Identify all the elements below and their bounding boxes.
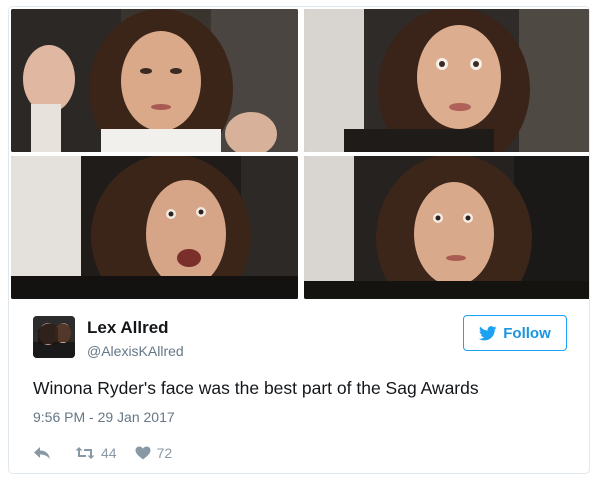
retweet-button[interactable]: 44 bbox=[75, 445, 117, 461]
photo-grid[interactable] bbox=[9, 7, 589, 299]
photo-bottom-right[interactable] bbox=[304, 156, 589, 299]
photo-image bbox=[304, 9, 589, 152]
tweet-text: Winona Ryder's face was the best part of… bbox=[33, 378, 479, 398]
photo-image bbox=[304, 156, 589, 299]
avatar-image bbox=[33, 316, 75, 358]
tweet-timestamp[interactable]: 9:56 PM - 29 Jan 2017 bbox=[33, 409, 175, 425]
follow-button[interactable]: Follow bbox=[463, 315, 567, 351]
tweet-actions: 44 72 bbox=[33, 443, 172, 463]
like-button[interactable]: 72 bbox=[135, 445, 173, 461]
retweet-count: 44 bbox=[101, 445, 117, 461]
twitter-bird-icon bbox=[479, 325, 497, 340]
photo-image bbox=[11, 9, 298, 152]
avatar[interactable] bbox=[33, 316, 75, 358]
retweet-icon bbox=[75, 447, 95, 459]
author-handle[interactable]: @AlexisKAllred bbox=[87, 343, 184, 359]
photo-bottom-left[interactable] bbox=[11, 156, 298, 299]
reply-button[interactable] bbox=[33, 446, 51, 460]
photo-image bbox=[11, 156, 298, 299]
photo-top-left[interactable] bbox=[11, 9, 298, 152]
author-name[interactable]: Lex Allred bbox=[87, 318, 169, 338]
follow-label: Follow bbox=[503, 324, 551, 342]
photo-top-right[interactable] bbox=[304, 9, 589, 152]
tweet-card: Lex Allred @AlexisKAllred Follow Winona … bbox=[8, 6, 590, 474]
heart-icon bbox=[135, 446, 151, 460]
reply-icon bbox=[34, 447, 50, 459]
like-count: 72 bbox=[156, 445, 173, 461]
